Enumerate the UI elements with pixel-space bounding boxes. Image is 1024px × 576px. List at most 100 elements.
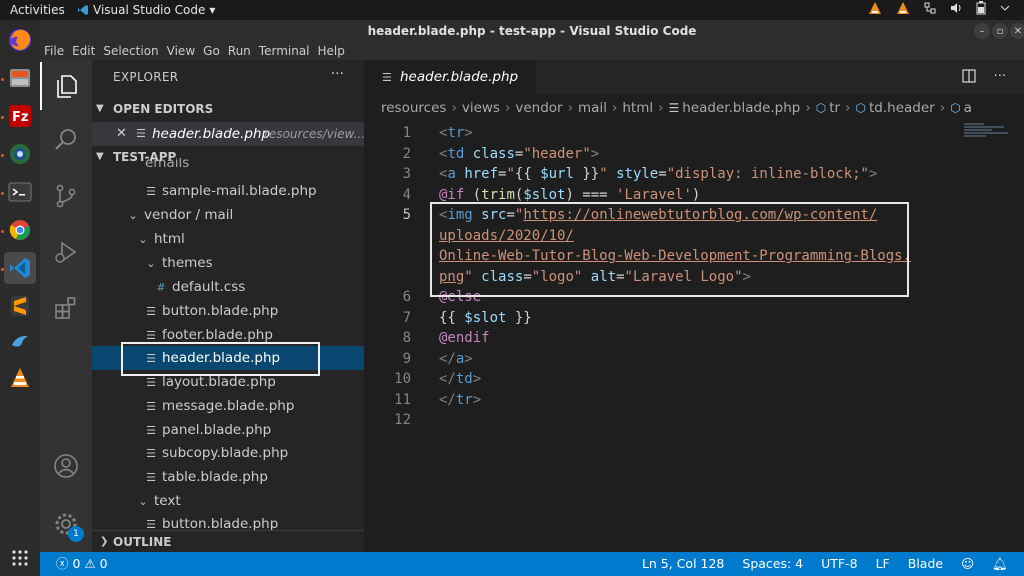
cursor-position[interactable]: Ln 5, Col 128	[642, 552, 724, 576]
menu-file[interactable]: File	[44, 42, 64, 60]
open-editor-item[interactable]: ✕ ☰ header.blade.php resources/view...	[92, 122, 364, 146]
minimize-icon[interactable]: –	[974, 23, 990, 39]
tree-file-table[interactable]: ☰ table.blade.php	[92, 465, 364, 489]
account-icon	[54, 454, 78, 478]
chrome-launcher[interactable]	[4, 214, 36, 246]
files-launcher[interactable]	[4, 62, 36, 94]
menu-terminal[interactable]: Terminal	[259, 42, 310, 60]
chevron-right-icon: ›	[939, 100, 946, 116]
run-debug-view-button[interactable]	[40, 228, 92, 276]
tree-folder-vendor-mail[interactable]: ⌄ vendor / mail	[92, 203, 364, 227]
activities-button[interactable]: Activities	[10, 3, 65, 17]
search-view-button[interactable]	[40, 116, 92, 164]
chevron-right-icon: ›	[658, 100, 664, 116]
filezilla-launcher[interactable]: Fz	[4, 100, 36, 132]
outline-section[interactable]: ❯ OUTLINE	[92, 530, 364, 552]
tree-file-button[interactable]: ☰ button.blade.php	[92, 299, 364, 323]
show-applications[interactable]	[4, 542, 36, 574]
split-editor-icon[interactable]	[961, 69, 976, 83]
line-number: 10	[394, 371, 411, 387]
end-of-line[interactable]: LF	[876, 552, 890, 576]
battery-icon[interactable]	[976, 1, 986, 15]
tree-folder-emails[interactable]: emails	[92, 158, 364, 172]
status-bar: ⓧ 0 ⚠ 0 Ln 5, Col 128 Spaces: 4 UTF-8 LF…	[40, 552, 1024, 576]
indentation[interactable]: Spaces: 4	[742, 552, 803, 576]
chevron-right-icon: ›	[611, 100, 618, 116]
menu-edit[interactable]: Edit	[72, 42, 95, 60]
problems-indicator[interactable]: ⓧ 0 ⚠ 0	[56, 552, 108, 576]
chevron-right-icon: ›	[845, 100, 851, 116]
code-line: 3 <a href="{{ $url }}" style="display: in…	[364, 164, 964, 185]
firefox-launcher[interactable]	[4, 24, 36, 56]
code-line: 9 </a>	[364, 349, 964, 370]
breadcrumb-item[interactable]: a	[964, 100, 972, 116]
breadcrumb-item[interactable]: mail	[578, 100, 607, 116]
encoding[interactable]: UTF-8	[821, 552, 857, 576]
line-number: 8	[402, 330, 411, 346]
bell-icon[interactable]: 🔔︎	[992, 552, 1008, 576]
menu-go[interactable]: Go	[203, 42, 220, 60]
maximize-icon[interactable]: ▫	[992, 23, 1008, 39]
line-number: 12	[394, 412, 411, 428]
tree-folder-text[interactable]: ⌄ text	[92, 489, 364, 513]
breadcrumb-item[interactable]: tr	[829, 100, 840, 116]
breadcrumb-item[interactable]: td.header	[869, 100, 935, 116]
browser-launcher[interactable]	[4, 138, 36, 170]
app-menu[interactable]: Visual Studio Code ▾	[77, 3, 215, 17]
tree-folder-themes[interactable]: ⌄ themes	[92, 251, 364, 275]
chevron-down-icon: ▼	[96, 103, 104, 114]
explorer-view-button[interactable]	[40, 62, 92, 110]
code-line: 7 {{ $slot }}	[364, 308, 964, 329]
chevron-down-icon: ⌄	[128, 209, 138, 222]
vlc-launcher[interactable]	[4, 362, 36, 394]
menu-help[interactable]: Help	[318, 42, 345, 60]
language-mode[interactable]: Blade	[908, 552, 943, 576]
line-number: 6	[402, 289, 411, 305]
app-launcher-bird[interactable]	[4, 326, 36, 358]
vlc-tray-icon-2[interactable]	[896, 1, 910, 15]
vscode-launcher[interactable]	[4, 252, 36, 284]
tree-file-default-css[interactable]: # default.css	[92, 275, 364, 299]
feedback-icon[interactable]: ☺	[961, 552, 974, 576]
close-icon[interactable]: ✕	[1010, 23, 1024, 39]
running-indicator	[1, 116, 4, 119]
menu-selection[interactable]: Selection	[103, 42, 158, 60]
manage-button[interactable]: 1	[40, 500, 92, 548]
more-actions-icon[interactable]: ···	[994, 69, 1006, 84]
tree-item-label: footer.blade.php	[162, 327, 273, 343]
vlc-tray-icon[interactable]	[868, 1, 882, 15]
extensions-view-button[interactable]	[40, 284, 92, 332]
tree-item-label: vendor / mail	[144, 207, 234, 223]
open-editors-section[interactable]: ▼ OPEN EDITORS	[92, 98, 364, 120]
menu-view[interactable]: View	[167, 42, 195, 60]
network-icon[interactable]	[924, 2, 936, 14]
files-icon	[57, 75, 77, 98]
code-editor[interactable]: 1 <tr> 2 <td class="header"> 3 <a href="{{ …	[364, 121, 1024, 552]
tree-folder-html[interactable]: ⌄ html	[92, 227, 364, 251]
tree-file-subcopy[interactable]: ☰ subcopy.blade.php	[92, 441, 364, 465]
tree-file-message[interactable]: ☰ message.blade.php	[92, 394, 364, 418]
menu-run[interactable]: Run	[228, 42, 251, 60]
breadcrumb-item[interactable]: header.blade.php	[682, 100, 800, 116]
terminal-launcher[interactable]	[4, 176, 36, 208]
more-actions-icon[interactable]: ···	[331, 66, 344, 82]
power-menu-icon[interactable]	[1000, 3, 1010, 13]
tab-header-blade[interactable]: ☰ header.blade.php	[364, 60, 536, 95]
close-editor-icon[interactable]: ✕	[116, 122, 127, 146]
file-lines-icon: ☰	[146, 471, 156, 484]
breadcrumb-item[interactable]: views	[462, 100, 500, 116]
tree-file-sample-mail[interactable]: ☰ sample-mail.blade.php	[92, 179, 364, 203]
sublime-launcher[interactable]	[4, 290, 36, 322]
breadcrumb-item[interactable]: resources	[381, 100, 446, 116]
accounts-button[interactable]	[40, 442, 92, 490]
minimap[interactable]	[964, 123, 1010, 143]
volume-icon[interactable]	[950, 2, 962, 14]
source-control-view-button[interactable]	[40, 172, 92, 220]
tree-file-panel[interactable]: ☰ panel.blade.php	[92, 418, 364, 442]
breadcrumb-item[interactable]: vendor	[515, 100, 562, 116]
chevron-right-icon: ›	[567, 100, 574, 116]
window-titlebar: header.blade.php - test-app - Visual Stu…	[40, 20, 1024, 42]
code-line: 8 @endif	[364, 328, 964, 349]
breadcrumb-item[interactable]: html	[622, 100, 653, 116]
svg-text:Fz: Fz	[12, 110, 28, 125]
